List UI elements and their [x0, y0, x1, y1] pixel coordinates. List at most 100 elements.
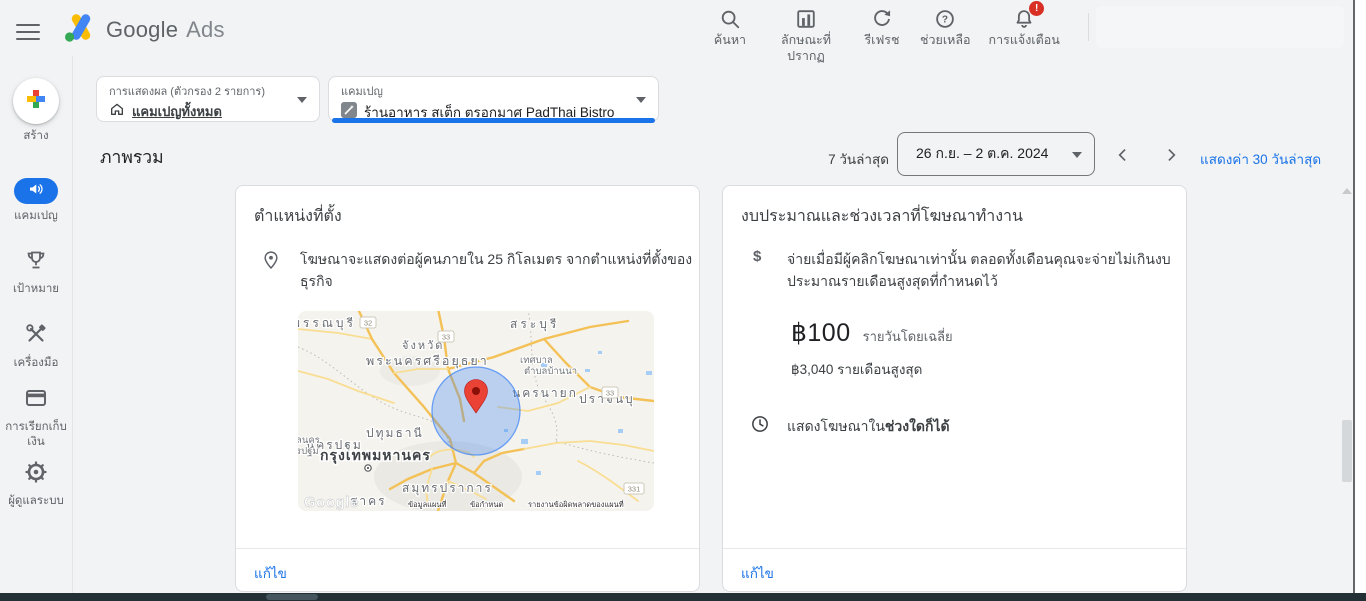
search-icon — [719, 6, 741, 32]
caret-down-icon — [1072, 152, 1082, 158]
horizontal-scrollbar-track[interactable] — [0, 593, 1366, 601]
map-attribution-terms: ข้อกำหนด — [470, 500, 503, 509]
budget-card-title: งบประมาณและช่วงเวลาที่โฆษณาทำงาน — [741, 204, 1023, 229]
campaigns-active-pill — [14, 178, 58, 204]
svg-text:33: 33 — [442, 333, 450, 342]
location-description: โฆษณาจะแสดงต่อผู้คนภายใน 25 กิโลเมตร จาก… — [300, 249, 696, 292]
logo-product-text: Ads — [186, 17, 225, 43]
next-period-button[interactable] — [1158, 143, 1184, 167]
svg-text:ลนคร: ลนคร — [298, 435, 320, 446]
horizontal-scrollbar-thumb[interactable] — [266, 594, 318, 600]
google-ads-logo[interactable]: Google Ads — [64, 12, 225, 48]
display-filter-dropdown[interactable]: การแสดงผล (ตัวกรอง 2 รายการ) แคมเปญทั้งห… — [96, 76, 320, 122]
budget-description: จ่ายเมื่อมีผู้คลิกโฆษณาเท่านั้น ตลอดทั้ง… — [787, 249, 1187, 292]
help-label: ช่วยเหลือ — [920, 33, 971, 49]
schedule-text-bold: ช่วงใดก็ได้ — [885, 418, 950, 434]
sidebar-label-admin: ผู้ดูแลระบบ — [8, 494, 64, 509]
help-button[interactable]: ? ช่วยเหลือ — [911, 4, 980, 51]
daily-budget-label: รายวันโดยเฉลี่ย — [863, 326, 953, 347]
svg-text:จังหวัด: จังหวัด — [402, 340, 444, 352]
appearance-icon — [795, 6, 817, 32]
svg-text:32: 32 — [364, 319, 372, 328]
svg-text:นครนายก: นครนายก — [512, 386, 578, 400]
notifications-bell-icon: ! — [1013, 6, 1035, 32]
vertical-scrollbar-thumb[interactable] — [1342, 420, 1352, 482]
google-watermark: Google — [304, 494, 359, 511]
show-last-30-days-link[interactable]: แสดงค่า 30 วันล่าสุด — [1200, 148, 1321, 170]
map-attribution-report: รายงานข้อผิดพลาดของแผนที่ — [528, 499, 624, 509]
notifications-button[interactable]: ! การแจ้งเตือน — [980, 4, 1069, 51]
megaphone-icon — [27, 180, 45, 203]
trophy-icon — [24, 248, 48, 277]
campaign-filter-label: แคมเปญ — [341, 82, 628, 100]
appearance-button[interactable]: ลักษณะที่ปรากฏ — [759, 4, 853, 66]
display-filter-label: การแสดงผล (ตัวกรอง 2 รายการ) — [109, 82, 289, 100]
svg-text:331: 331 — [628, 485, 641, 494]
create-button[interactable] — [13, 78, 59, 124]
location-card: ตำแหน่งที่ตั้ง โฆษณาจะแสดงต่อผู้คนภายใน … — [235, 185, 700, 592]
sidebar-label-tools: เครื่องมือ — [14, 356, 59, 371]
refresh-icon — [871, 6, 893, 32]
schedule-text-normal: แสดงโฆษณาใน — [787, 418, 885, 434]
appearance-label: ลักษณะที่ปรากฏ — [768, 33, 844, 64]
caret-down-icon — [297, 97, 307, 103]
sidebar-label-billing: การเรียกเก็บเงิน — [3, 420, 69, 450]
svg-text:ปทุมธานี: ปทุมธานี — [366, 426, 424, 441]
campaign-filter-dropdown[interactable]: แคมเปญ ร้านอาหาร สเต็ก ตรอกมาศ PadThai B… — [328, 76, 659, 122]
notifications-label: การแจ้งเตือน — [989, 33, 1060, 49]
page-title: ภาพรวม — [100, 143, 164, 171]
card-divider — [236, 548, 699, 549]
location-card-title: ตำแหน่งที่ตั้ง — [254, 204, 342, 229]
sidebar-nav: สร้าง แคมเปญ — [0, 56, 73, 593]
date-range-preset-label: 7 วันล่าสุด — [795, 148, 889, 170]
sidebar-item-admin[interactable]: ผู้ดูแลระบบ — [0, 460, 72, 509]
topbar-actions: ค้นหา ลักษณะที่ปรากฏ รีเฟรช ? ช่วยเหลือ — [701, 4, 1069, 66]
logo-brand-text: Google — [106, 17, 178, 43]
topbar-divider — [1088, 13, 1089, 41]
svg-text:เทศบาล: เทศบาล — [520, 355, 553, 366]
map-attribution-data: ข้อมูลแผนที่ — [408, 499, 447, 509]
caret-down-icon — [636, 97, 646, 103]
svg-text:กรุงเทพมหานคร: กรุงเทพมหานคร — [320, 447, 431, 464]
svg-text:สระบุรี: สระบุรี — [510, 317, 559, 332]
gear-icon — [24, 460, 48, 489]
dollar-icon: $ — [753, 248, 761, 265]
sidebar-label-create: สร้าง — [23, 129, 48, 144]
location-pin-icon — [261, 250, 281, 275]
scrollbar-up-arrow-icon[interactable] — [1342, 188, 1352, 194]
budget-card: งบประมาณและช่วงเวลาที่โฆษณาทำงาน $ จ่ายเ… — [722, 185, 1187, 592]
ad-schedule-text: แสดงโฆษณาในช่วงใดก็ได้ — [787, 416, 950, 438]
monthly-budget-max: ฿3,040 รายเดือนสูงสุด — [791, 358, 922, 380]
date-range-value: 26 ก.ย. – 2 ต.ค. 2024 — [916, 143, 1048, 165]
svg-text:รปฐม: รปฐม — [298, 446, 319, 457]
home-icon — [109, 101, 125, 122]
svg-text:พรรณบุรี: พรรณบุรี — [298, 316, 356, 331]
date-range-selector[interactable]: 26 ก.ย. – 2 ต.ค. 2024 — [897, 132, 1095, 176]
billing-card-icon — [24, 386, 48, 415]
budget-edit-link[interactable]: แก้ไข — [741, 562, 774, 584]
active-tab-indicator — [332, 118, 655, 123]
sidebar-label-goals: เป้าหมาย — [13, 282, 59, 297]
sidebar-item-billing[interactable]: การเรียกเก็บเงิน — [0, 386, 72, 450]
daily-budget-amount: ฿100 — [791, 318, 851, 348]
svg-text:?: ? — [942, 15, 948, 26]
map-canvas[interactable]: พรรณบุรี สระบุรี จังหวัด พระนครศรีอยุธยา… — [298, 311, 654, 511]
clock-icon — [750, 414, 770, 439]
display-filter-value: แคมเปญทั้งหมด — [132, 101, 222, 122]
location-edit-link[interactable]: แก้ไข — [254, 562, 287, 584]
google-ads-window: Google Ads ค้นหา ลักษณะที่ปรากฏ รีเฟร — [0, 0, 1366, 601]
menu-hamburger-icon[interactable] — [16, 19, 40, 37]
svg-text:ตำบลบ้านนา: ตำบลบ้านนา — [524, 366, 577, 377]
window-frame-line — [1353, 0, 1355, 601]
search-button[interactable]: ค้นหา — [701, 4, 759, 51]
sidebar-item-create[interactable]: สร้าง — [0, 78, 72, 144]
sidebar-item-campaigns[interactable]: แคมเปญ — [0, 178, 72, 224]
refresh-label: รีเฟรช — [864, 33, 899, 49]
refresh-button[interactable]: รีเฟรช — [853, 4, 911, 51]
previous-period-button[interactable] — [1110, 143, 1136, 167]
svg-text:สมุทรปราการ: สมุทรปราการ — [402, 481, 493, 496]
search-label: ค้นหา — [714, 33, 746, 49]
sidebar-item-goals[interactable]: เป้าหมาย — [0, 248, 72, 297]
google-ads-logo-icon — [64, 12, 98, 48]
sidebar-item-tools[interactable]: เครื่องมือ — [0, 322, 72, 371]
